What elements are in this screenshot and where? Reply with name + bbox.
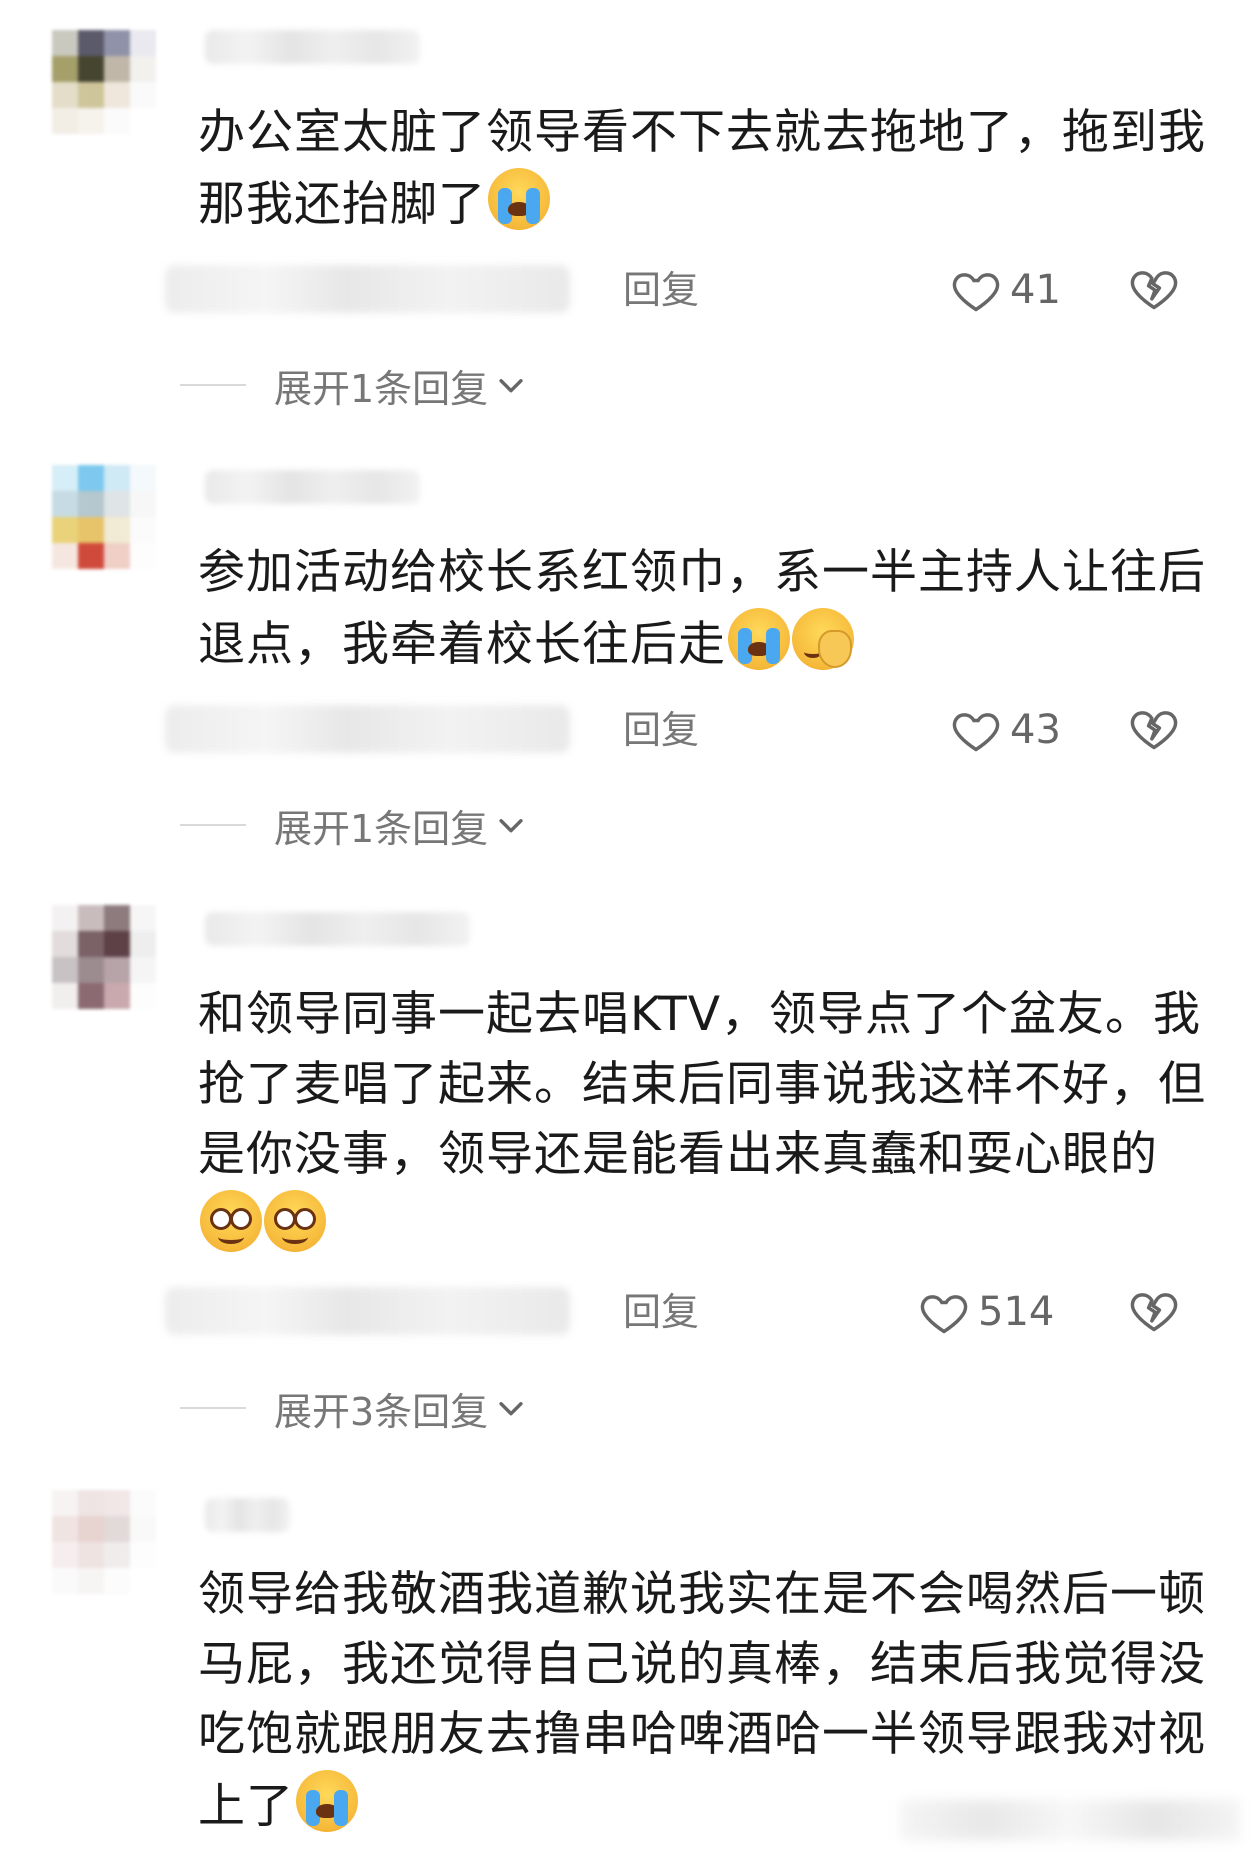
username-blurred[interactable] — [205, 30, 420, 64]
comment-meta-blurred — [165, 1287, 570, 1335]
dislike-button[interactable] — [1128, 1284, 1180, 1336]
like-button[interactable]: 41 — [950, 262, 1061, 318]
reply-button[interactable]: 回复 — [623, 706, 699, 754]
crying-face-icon — [296, 1770, 358, 1832]
avatar[interactable] — [52, 1490, 156, 1594]
comment-text: 参加活动给校长系红领巾，系一半主持人让往后退点，我牵着校长往后走 — [198, 545, 1206, 672]
heart-outline-icon — [920, 1295, 968, 1334]
crying-face-icon — [488, 168, 550, 230]
heart-outline-icon — [952, 273, 1000, 312]
expand-replies-label: 展开1条回复 — [274, 366, 489, 411]
expand-replies-label: 展开1条回复 — [274, 806, 489, 851]
dislike-button[interactable] — [1128, 702, 1180, 754]
comment-text: 办公室太脏了领导看不下去就去拖地了，拖到我那我还抬脚了 — [198, 105, 1206, 232]
username-blurred[interactable] — [205, 1498, 290, 1532]
like-button[interactable]: 43 — [950, 702, 1061, 758]
comment-meta-blurred — [165, 265, 570, 313]
chevron-down-icon — [499, 819, 523, 833]
flushed-smile-icon — [264, 1190, 326, 1252]
flushed-smile-icon — [200, 1190, 262, 1252]
dislike-button[interactable] — [1128, 262, 1180, 314]
watermark-blurred — [900, 1800, 1240, 1840]
username-blurred[interactable] — [205, 912, 470, 946]
broken-heart-icon — [1130, 1293, 1178, 1332]
facepalm-face-icon — [792, 608, 854, 670]
avatar[interactable] — [52, 905, 156, 1009]
divider-line — [180, 384, 246, 386]
divider-line — [180, 824, 246, 826]
avatar[interactable] — [52, 30, 156, 134]
broken-heart-icon — [1130, 711, 1178, 750]
broken-heart-icon — [1130, 271, 1178, 310]
expand-replies-button[interactable]: 展开1条回复 — [180, 360, 528, 411]
expand-replies-button[interactable]: 展开3条回复 — [180, 1383, 528, 1434]
like-button[interactable]: 514 — [918, 1284, 1054, 1340]
reply-button[interactable]: 回复 — [623, 266, 699, 314]
expand-replies-label: 展开3条回复 — [274, 1389, 489, 1434]
username-blurred[interactable] — [205, 470, 420, 504]
chevron-down-icon — [499, 1402, 523, 1416]
expand-replies-button[interactable]: 展开1条回复 — [180, 800, 528, 851]
heart-outline-icon — [952, 713, 1000, 752]
like-count: 43 — [1010, 707, 1061, 753]
crying-face-icon — [728, 608, 790, 670]
reply-button[interactable]: 回复 — [623, 1288, 699, 1336]
comment-meta-blurred — [165, 705, 570, 753]
chevron-down-icon — [499, 379, 523, 393]
like-count: 41 — [1010, 267, 1061, 313]
divider-line — [180, 1407, 246, 1409]
comment-text: 和领导同事一起去唱KTV，领导点了个盆友。我抢了麦唱了起来。结束后同事说我这样不… — [198, 980, 1208, 1262]
avatar[interactable] — [52, 465, 156, 569]
like-count: 514 — [978, 1289, 1055, 1335]
